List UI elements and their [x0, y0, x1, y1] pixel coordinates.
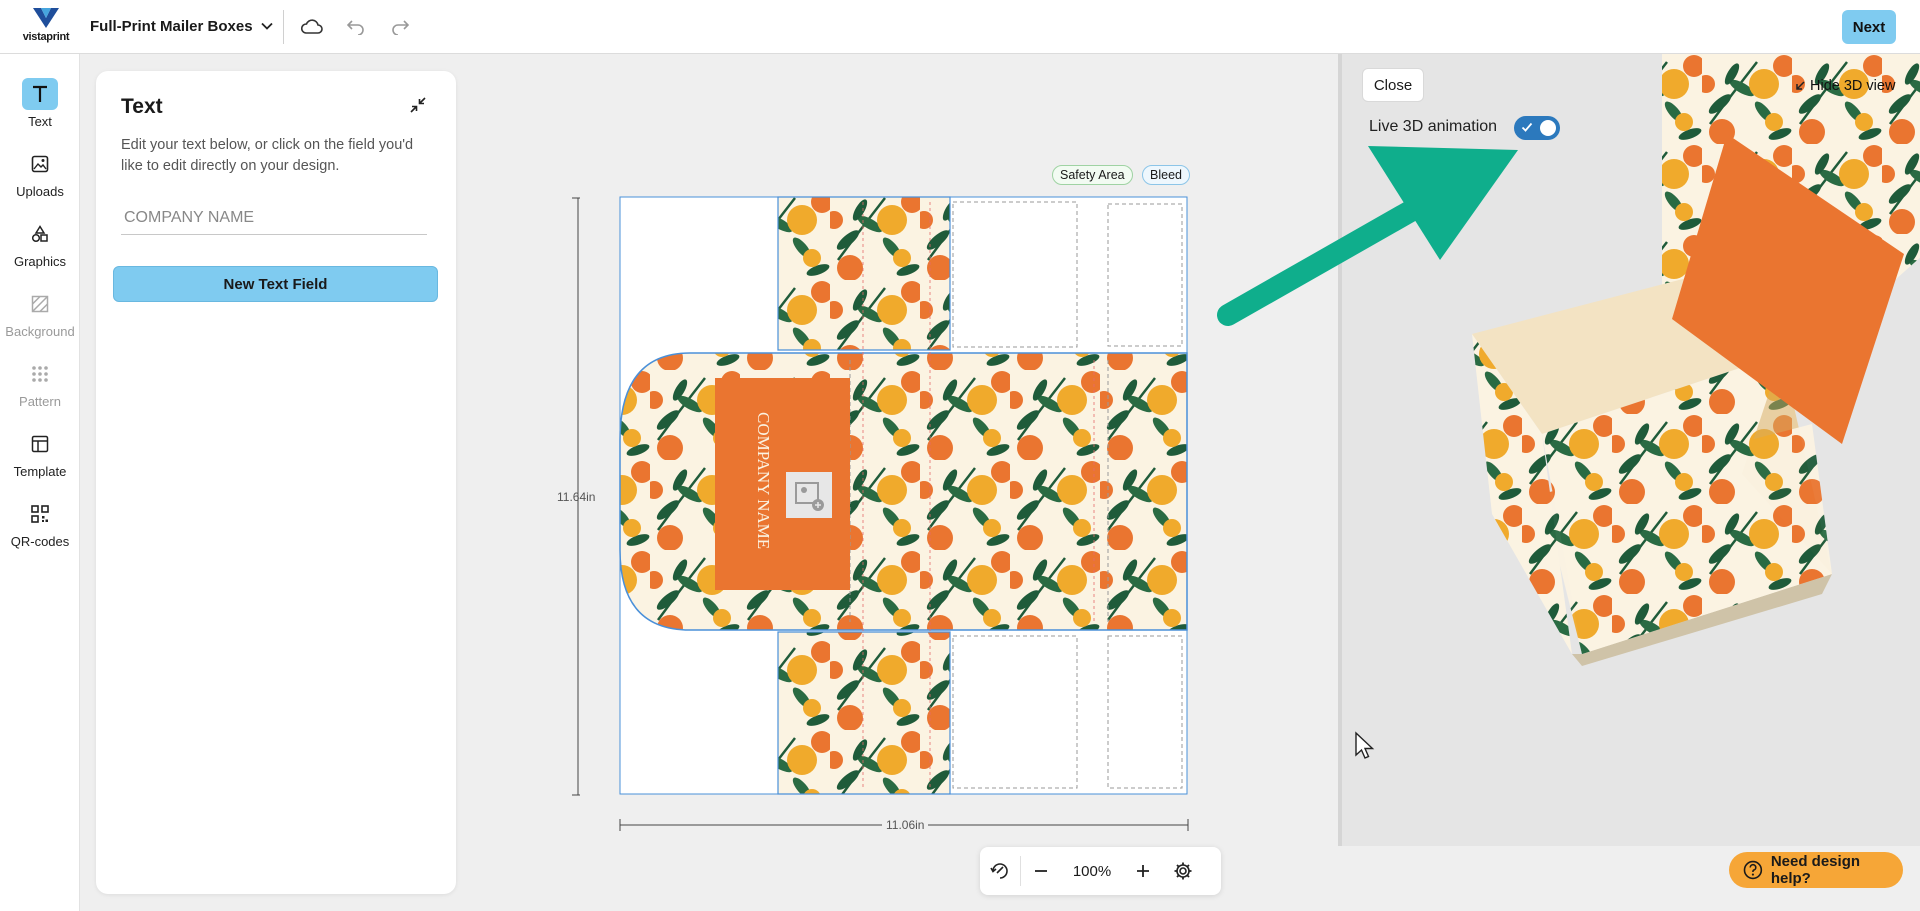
qr-code-icon [22, 498, 58, 530]
logo-text: vistaprint [22, 31, 70, 43]
need-design-help-label: Need design help? [1770, 853, 1861, 887]
safety-area-badge[interactable]: Safety Area [1052, 165, 1133, 185]
rail-item-pattern[interactable]: Pattern [0, 358, 80, 420]
undo-icon[interactable] [343, 14, 369, 40]
background-icon [22, 288, 58, 320]
chevron-down-icon [260, 22, 273, 30]
zoom-level[interactable]: 100% [1061, 863, 1123, 880]
rail-item-text[interactable]: Text [0, 78, 80, 140]
rail-item-uploads[interactable]: Uploads [0, 148, 80, 210]
rail-item-label: Template [13, 464, 67, 479]
text-icon [22, 78, 58, 110]
new-text-field-button[interactable]: New Text Field [113, 266, 438, 302]
next-button[interactable]: Next [1842, 10, 1896, 44]
tool-rail: Text Uploads Graphics Background Pattern… [0, 54, 80, 911]
zoom-in-button[interactable] [1123, 847, 1163, 895]
minus-icon [1035, 870, 1047, 872]
mouse-cursor-icon [1355, 731, 1375, 759]
help-question-icon [1743, 860, 1763, 880]
company-name-input[interactable] [121, 201, 427, 235]
shapes-icon [22, 218, 58, 250]
rail-item-label: Text [28, 114, 52, 129]
vistaprint-logo-mark [33, 8, 59, 28]
toggle-knob [1540, 120, 1556, 136]
product-selector[interactable]: Full-Print Mailer Boxes [90, 14, 273, 38]
rail-item-qr-codes[interactable]: QR-codes [0, 498, 80, 560]
toolbar-divider [283, 10, 284, 44]
design-company-name-text[interactable]: COMPANY NAME [754, 412, 773, 549]
rail-item-label: Pattern [19, 394, 61, 409]
cloud-save-icon[interactable] [299, 14, 325, 40]
collapse-icon[interactable] [406, 93, 430, 117]
redo-icon[interactable] [387, 14, 413, 40]
top-bar: vistaprint Full-Print Mailer Boxes Next [0, 0, 1920, 54]
zoom-toolbar: 100% [980, 847, 1221, 895]
hide-3d-view-link[interactable]: Hide 3D view [1794, 78, 1895, 94]
rail-item-label: Uploads [16, 184, 64, 199]
template-icon [22, 428, 58, 460]
product-name: Full-Print Mailer Boxes [90, 17, 253, 35]
vistaprint-logo[interactable]: vistaprint [20, 6, 72, 46]
close-3d-button[interactable]: Close [1362, 68, 1424, 102]
annotation-arrow [1217, 146, 1518, 326]
rail-item-template[interactable]: Template [0, 428, 80, 490]
pattern-icon [22, 358, 58, 390]
need-design-help-button[interactable]: Need design help? [1729, 852, 1903, 888]
rail-item-graphics[interactable]: Graphics [0, 218, 80, 280]
panel-title: Text [121, 95, 163, 118]
hide-3d-view-label: Hide 3D view [1810, 78, 1896, 94]
bleed-badge[interactable]: Bleed [1142, 165, 1190, 185]
rail-item-background[interactable]: Background [0, 288, 80, 350]
box-dieline[interactable]: COMPANY NAME [560, 190, 1200, 830]
text-panel: Text Edit your text below, or click on t… [96, 71, 456, 894]
plus-icon [1137, 865, 1149, 877]
rail-item-label: QR-codes [10, 534, 70, 549]
panel-description: Edit your text below, or click on the fi… [121, 137, 414, 174]
rail-item-label: Graphics [13, 254, 67, 269]
rail-item-label: Background [5, 324, 75, 339]
collapse-arrow-icon [1796, 81, 1805, 90]
zoom-out-button[interactable] [1021, 847, 1061, 895]
image-upload-icon [22, 148, 58, 180]
settings-gear-icon[interactable] [1163, 847, 1203, 895]
rotate-view-icon[interactable] [980, 847, 1020, 895]
